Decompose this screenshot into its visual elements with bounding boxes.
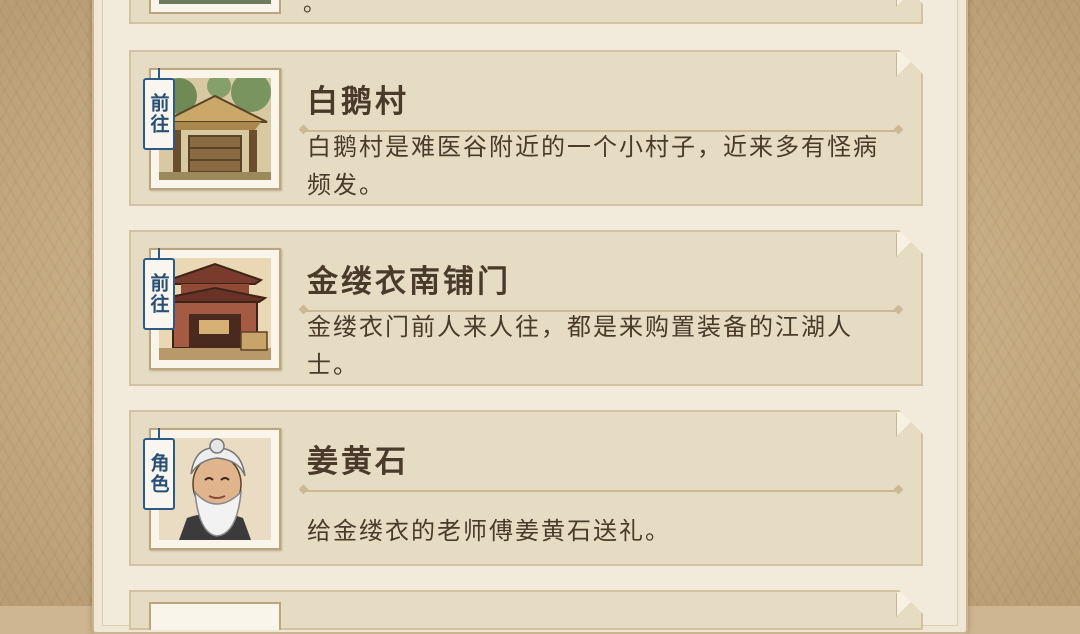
quest-card[interactable]: 角色 姜黄石 给金缕衣的老师傅姜黄石送礼。: [129, 410, 923, 566]
quest-card[interactable]: 前往 金缕衣南铺门 金缕衣门前人来人往，都是来购置装备的江湖人士。: [129, 230, 923, 386]
shop-gate-icon: [159, 258, 271, 360]
quest-card[interactable]: 前往 白鹅村 白鹅村是难医谷附近的一个小村子，近来多有怪病频发。: [129, 50, 923, 206]
divider: [303, 490, 899, 492]
tag-character[interactable]: 角色: [143, 438, 175, 510]
quest-card-partial-top[interactable]: 。: [129, 0, 923, 24]
quest-title: 金缕衣南铺门: [307, 264, 511, 300]
tag-goto[interactable]: 前往: [143, 78, 175, 150]
tag-goto[interactable]: 前往: [143, 258, 175, 330]
quest-thumbnail: [149, 0, 281, 14]
quest-desc: 给金缕衣的老师傅姜黄石送礼。: [307, 517, 671, 545]
quest-desc-tail: 。: [303, 0, 326, 17]
quest-desc: 白鹅村是难医谷附近的一个小村子，近来多有怪病频发。: [307, 133, 879, 199]
quest-desc: 金缕衣门前人来人往，都是来购置装备的江湖人士。: [307, 313, 853, 379]
quest-thumbnail: [149, 602, 281, 632]
quest-card-partial-bottom[interactable]: [129, 590, 923, 630]
old-man-portrait-icon: [159, 438, 271, 540]
quest-title: 白鹅村: [307, 84, 409, 120]
quest-title: 姜黄石: [307, 444, 409, 480]
village-hut-icon: [159, 78, 271, 180]
